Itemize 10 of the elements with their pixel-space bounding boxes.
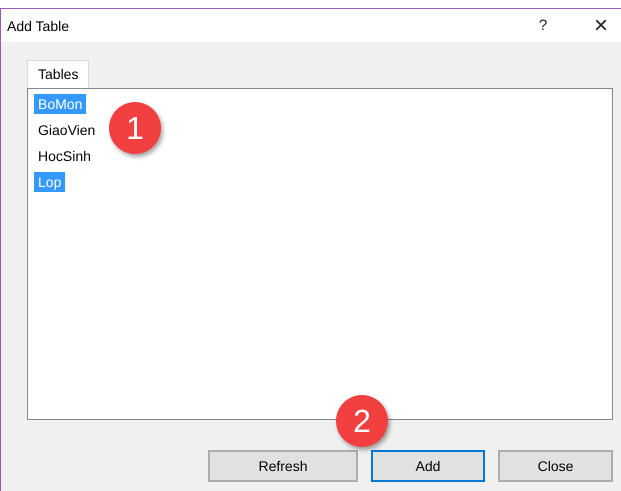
list-item[interactable]: GiaoVien <box>34 120 100 140</box>
callout-badge: 2 <box>336 395 388 447</box>
refresh-button[interactable]: Refresh <box>208 450 358 482</box>
add-button[interactable]: Add <box>371 450 485 482</box>
list-item[interactable]: HocSinh <box>34 146 95 166</box>
tab[interactable]: Tables <box>27 60 90 88</box>
close-dialog-button[interactable]: Close <box>498 450 613 482</box>
window-title: Add Table <box>7 18 70 34</box>
close-button[interactable]: × <box>591 12 611 40</box>
help-button[interactable]: ? <box>533 17 553 34</box>
